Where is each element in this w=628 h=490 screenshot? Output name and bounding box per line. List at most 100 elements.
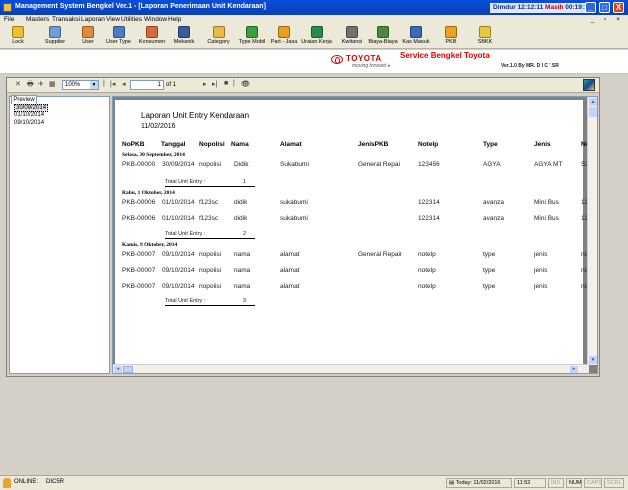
report-title: Laporan Unit Entry Kendaraan (141, 111, 250, 120)
pkb-button[interactable]: PKB (443, 26, 459, 45)
mdi-controls[interactable]: _ ▫ × (591, 16, 624, 23)
print-icon[interactable]: 🖶 (27, 80, 34, 91)
user-icon (82, 26, 94, 38)
uraian-kerja-button[interactable]: Uraian Kerja (301, 26, 332, 45)
first-page-icon[interactable]: |◂ (110, 80, 115, 88)
close-view-icon[interactable]: ✕ (15, 80, 21, 88)
category-button[interactable]: Category (206, 26, 231, 45)
clock-time: 12:12:11 (517, 4, 544, 11)
scroll-right-icon[interactable]: ▸ (570, 366, 578, 373)
menu-transaksi[interactable]: Transaksi (52, 16, 80, 23)
biaya-biaya-icon (377, 26, 389, 38)
table-cell: PKB-00007 (122, 267, 156, 274)
part-jasa-button[interactable]: Part - Jasa (270, 26, 298, 45)
biaya-biaya-button[interactable]: Biaya-Biaya (368, 26, 398, 45)
vertical-scrollbar[interactable]: ▲ ▼ (587, 97, 597, 365)
table-cell: 01/10/2014 (162, 199, 195, 206)
tree-node[interactable]: 09/10/2014 (14, 120, 44, 126)
menu-window[interactable]: Window (144, 16, 167, 23)
col-header: Type (483, 141, 498, 148)
kwitansi-button[interactable]: Kwitansi (341, 26, 363, 45)
last-page-icon[interactable]: ▸| (212, 80, 217, 88)
sbkk-button[interactable]: SBKK (476, 26, 494, 45)
table-cell: PKB-00006 (122, 199, 156, 206)
total-underline (165, 186, 255, 187)
current-user: DIC5R (46, 479, 65, 485)
tree-node[interactable]: 30/09/2014 (14, 104, 49, 112)
konsumen-button[interactable]: Konsumen (138, 26, 166, 45)
group-tree-icon[interactable]: ▦ (49, 80, 56, 88)
table-cell: Sukabumi (280, 161, 309, 168)
table-cell: notelp (418, 251, 436, 258)
table-cell: General Repair (358, 251, 403, 258)
table-cell: AGYA (483, 161, 501, 168)
col-header: Nama (231, 141, 249, 148)
user-type-button[interactable]: User Type (105, 26, 132, 45)
mekanik-icon (178, 26, 190, 38)
mekanik-button[interactable]: Mekanik (172, 26, 196, 45)
table-cell: jenis (534, 267, 548, 274)
total-label: Total Unit Entry : (165, 298, 206, 304)
search-binoculars-icon[interactable]: 👁 (241, 80, 250, 88)
table-cell: alamat (280, 267, 300, 274)
part-jasa-icon (278, 26, 290, 38)
group-tree: 30/09/2014 01/10/2014 09/10/2014 (9, 96, 110, 374)
user-button[interactable]: User (80, 26, 96, 45)
table-cell: 30/09/2014 (162, 161, 195, 168)
total-value: 2 (243, 231, 247, 237)
close-button[interactable]: X (613, 2, 624, 13)
title-bar: Management System Bengkel Ver.1 - [Lapor… (0, 0, 628, 15)
table-cell: 122314 (418, 199, 440, 206)
table-cell: nama (234, 283, 251, 290)
scroll-down-icon[interactable]: ▼ (589, 356, 597, 364)
calendar-icon: ▤ (449, 480, 455, 486)
minimize-button[interactable]: _ (585, 2, 596, 13)
table-cell: type (483, 267, 496, 274)
horizontal-scrollbar[interactable]: ◂ ▸ (113, 364, 589, 373)
menu-help[interactable]: Help (168, 16, 181, 23)
table-cell: Mini Bus (534, 215, 559, 222)
table-cell: PKB-00000 (122, 161, 156, 168)
menu-file[interactable]: File (4, 16, 14, 23)
scroll-thumb[interactable] (589, 107, 597, 117)
toyota-logo-icon (331, 55, 343, 64)
kas-masuk-button[interactable]: Kas Masuk (402, 26, 430, 45)
export-icon[interactable]: ✈ (38, 80, 44, 88)
table-cell: alamat (280, 283, 300, 290)
table-cell: 01/10/2014 (162, 215, 195, 222)
clock-label: Masih (545, 4, 564, 11)
tab-preview[interactable]: Preview (11, 95, 37, 104)
table-cell: notelp (418, 267, 436, 274)
lock-button[interactable]: Lock (9, 26, 27, 45)
prev-page-icon[interactable]: ◂ (122, 80, 126, 88)
menu-laporan[interactable]: Laporan (81, 16, 105, 23)
table-cell: nopolisi (199, 267, 222, 274)
col-header: JenisPKB (358, 141, 389, 148)
scroll-thumb[interactable] (123, 366, 133, 373)
stop-icon[interactable]: ■ (224, 80, 228, 87)
scroll-left-icon[interactable]: ◂ (114, 366, 122, 373)
maximize-button[interactable]: □ (599, 2, 610, 13)
tree-node[interactable]: 01/10/2014 (14, 112, 44, 118)
report-paper: Laporan Unit Entry Kendaraan 11/02/2016 … (115, 100, 590, 366)
menu-masters[interactable]: Masters (26, 16, 49, 23)
lock-icon (12, 26, 24, 38)
table-cell: f123sc (199, 215, 219, 222)
menu-utilities[interactable]: Utilities (121, 16, 142, 23)
table-cell: jenis (534, 283, 548, 290)
table-cell: nopolisi (199, 251, 222, 258)
supplier-button[interactable]: Supplier (43, 26, 67, 45)
page-number-input[interactable]: 1 (130, 80, 164, 90)
menu-view[interactable]: View (106, 16, 120, 23)
app-icon[interactable] (3, 3, 12, 12)
brand-tagline: moving forward ▸ (352, 63, 391, 69)
type-mobil-button[interactable]: Type Mobil (238, 26, 266, 45)
page-count: of 1 (166, 82, 177, 88)
table-cell: 09/10/2014 (162, 267, 195, 274)
group-heading: Selasa, 30 September, 2014 (122, 152, 185, 158)
today-date: ▤ Today: 11/02/2016 (446, 478, 512, 488)
scroll-up-icon[interactable]: ▲ (589, 98, 597, 106)
zoom-select[interactable]: 100% ▼ (62, 80, 99, 90)
table-cell: Didik (234, 161, 249, 168)
next-page-icon[interactable]: ▸ (203, 80, 207, 88)
